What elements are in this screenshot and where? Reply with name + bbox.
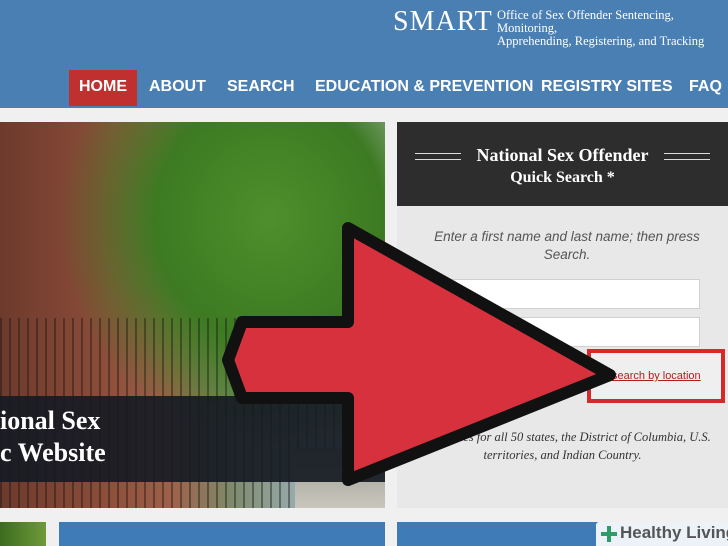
tagline-line-1: Office of Sex Offender Sentencing, Monit… [497, 8, 674, 35]
search-instructions: Enter a first name and last name; then p… [434, 229, 700, 262]
nav-education-prevention[interactable]: EDUCATION & PREVENTION [305, 70, 543, 106]
plus-leaf-icon [601, 526, 617, 542]
registry-footnote: * Registries for all 50 states, the Dist… [414, 430, 711, 462]
healthy-living-label: Healthy Living [620, 523, 728, 542]
search-by-location-link[interactable]: search by location [612, 370, 701, 382]
quick-search-header: National Sex Offender Quick Search * [397, 122, 728, 206]
bottom-thumbnail[interactable] [0, 522, 46, 546]
smart-logo[interactable]: SMART [393, 6, 493, 38]
tagline-line-2: Apprehending, Registering, and Tracking [497, 34, 705, 48]
healthy-living-watermark: Healthy Living [596, 522, 728, 546]
nav-registry-sites[interactable]: REGISTRY SITES [531, 70, 683, 106]
site-header: SMART Office of Sex Offender Sentencing,… [0, 0, 728, 108]
site-tagline: Office of Sex Offender Sentencing, Monit… [497, 9, 728, 48]
first-name-input[interactable]: ST : [427, 279, 700, 309]
hero-caption-line-1: ional Sex [0, 406, 101, 435]
quick-search-title-2: Quick Search * [510, 169, 615, 186]
hero-caption[interactable]: ional Sex c Website [0, 396, 385, 482]
hero-caption-line-2: c Website [0, 438, 106, 467]
quick-search-title-1: National Sex Offender [476, 145, 649, 165]
last-name-input[interactable] [427, 317, 700, 347]
nav-about[interactable]: ABOUT [139, 70, 216, 106]
first-name-label: ST : [436, 288, 456, 300]
nav-home[interactable]: HOME [69, 70, 137, 106]
bottom-panel-left [59, 522, 385, 546]
nav-faq[interactable]: FAQ [679, 70, 728, 106]
nav-search[interactable]: SEARCH [217, 70, 305, 106]
